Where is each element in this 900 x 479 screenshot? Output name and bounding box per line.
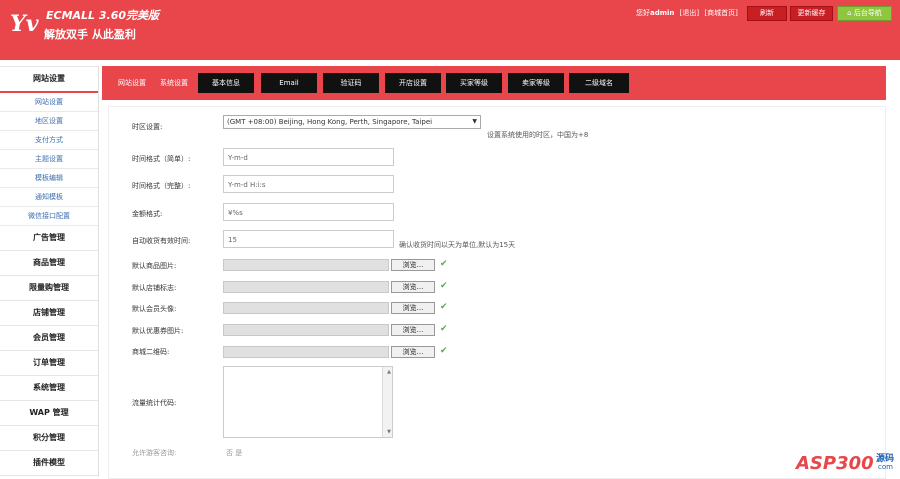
auto-receive-label: 自动收货有效时间: xyxy=(132,237,191,245)
mall-qrcode-label: 商城二维码: xyxy=(132,348,170,356)
breadcrumb-system-settings[interactable]: 系统设置 xyxy=(160,78,188,88)
sidebar-item-wechat[interactable]: 微信接口配置 xyxy=(0,207,98,226)
settings-tabbar: 网站设置 系统设置 基本信息 Email 验证码 开店设置 买家等级 卖家等级 … xyxy=(102,66,886,100)
sidebar-item-theme[interactable]: 主题设置 xyxy=(0,150,98,169)
home-icon: ⌂ xyxy=(847,9,854,17)
default-store-logo-label: 默认店铺标志: xyxy=(132,284,177,292)
sidebar-cat-system[interactable]: 系统管理 xyxy=(0,376,98,401)
top-header: Yv ECMALL 3.60完美版 解放双手 从此盈利 您好admin [退出]… xyxy=(0,0,900,60)
sidebar-cat-plugins[interactable]: 插件模型 xyxy=(0,451,98,476)
tab-basic-info[interactable]: 基本信息 xyxy=(198,73,254,93)
sidebar-active-section[interactable]: 网站设置 xyxy=(0,66,98,93)
check-icon: ✔ xyxy=(440,346,448,356)
watermark-domain: com xyxy=(878,463,893,471)
default-avatar-file[interactable] xyxy=(223,302,389,314)
top-links: 您好admin [退出] [商城首页] xyxy=(636,8,741,18)
default-coupon-image-file[interactable] xyxy=(223,324,389,336)
default-goods-image-file[interactable] xyxy=(223,259,389,271)
brand-title: ECMALL 3.60完美版 xyxy=(46,9,160,22)
mall-home-link[interactable]: [商城首页] xyxy=(704,9,737,17)
sidebar-item-template-edit[interactable]: 模板编辑 xyxy=(0,169,98,188)
sidebar: 网站设置 网站设置 地区设置 支付方式 主题设置 模板编辑 通知模板 微信接口配… xyxy=(0,66,99,477)
browse-button[interactable]: 浏览... xyxy=(391,324,435,336)
date-full-input[interactable]: Y-m-d H:i:s xyxy=(223,175,394,193)
tab-seller-level[interactable]: 卖家等级 xyxy=(508,73,564,93)
update-cache-button[interactable]: 更新缓存 xyxy=(790,6,833,21)
tab-buyer-level[interactable]: 买家等级 xyxy=(446,73,502,93)
tab-email[interactable]: Email xyxy=(261,73,317,93)
tab-subdomain[interactable]: 二级域名 xyxy=(569,73,629,93)
stat-code-textarea[interactable]: ▲ ▼ xyxy=(223,366,393,438)
sidebar-cat-stores[interactable]: 店铺管理 xyxy=(0,301,98,326)
sidebar-item-site-settings[interactable]: 网站设置 xyxy=(0,93,98,112)
timezone-hint: 设置系统使用的时区，中国为+8 xyxy=(487,131,589,139)
price-format-label: 金额格式: xyxy=(132,210,163,218)
sidebar-cat-wap[interactable]: WAP 管理 xyxy=(0,401,98,426)
date-full-label: 时间格式（完整）: xyxy=(132,182,191,190)
sidebar-item-region[interactable]: 地区设置 xyxy=(0,112,98,131)
guest-consult-options[interactable]: 否 是 xyxy=(226,448,242,458)
sidebar-cat-goods[interactable]: 商品管理 xyxy=(0,251,98,276)
mall-qrcode-file[interactable] xyxy=(223,346,389,358)
dropdown-arrow-icon: ▼ xyxy=(472,118,477,125)
date-short-label: 时间格式（简单）: xyxy=(132,155,191,163)
default-store-logo-file[interactable] xyxy=(223,281,389,293)
sidebar-item-payment[interactable]: 支付方式 xyxy=(0,131,98,150)
tab-store-open[interactable]: 开店设置 xyxy=(385,73,441,93)
browse-button[interactable]: 浏览... xyxy=(391,259,435,271)
greeting: 您好admin xyxy=(636,9,675,17)
default-avatar-label: 默认会员头像: xyxy=(132,305,177,313)
check-icon: ✔ xyxy=(440,281,448,291)
brand-logo: Yv xyxy=(10,11,39,37)
tab-captcha[interactable]: 验证码 xyxy=(323,73,379,93)
default-goods-image-label: 默认商品图片: xyxy=(132,262,177,270)
stat-code-label: 流量统计代码: xyxy=(132,399,177,407)
scroll-down-icon[interactable]: ▼ xyxy=(387,429,391,435)
date-short-input[interactable]: Y-m-d xyxy=(223,148,394,166)
watermark-logo: ASP300 源码 com xyxy=(796,447,900,477)
brand-slogan: 解放双手 从此盈利 xyxy=(44,28,136,41)
browse-button[interactable]: 浏览... xyxy=(391,302,435,314)
logout-link[interactable]: [退出] xyxy=(680,9,699,17)
sidebar-cat-ads[interactable]: 广告管理 xyxy=(0,226,98,251)
browse-button[interactable]: 浏览... xyxy=(391,346,435,358)
check-icon: ✔ xyxy=(440,302,448,312)
username: admin xyxy=(650,9,675,17)
sidebar-cat-orders[interactable]: 订单管理 xyxy=(0,351,98,376)
sidebar-cat-members[interactable]: 会员管理 xyxy=(0,326,98,351)
check-icon: ✔ xyxy=(440,259,448,269)
browse-button[interactable]: 浏览... xyxy=(391,281,435,293)
refresh-button[interactable]: 刷新 xyxy=(747,6,787,21)
guest-consult-label: 允许游客咨询: xyxy=(132,449,177,457)
timezone-select[interactable]: (GMT +08:00) Beijing, Hong Kong, Perth, … xyxy=(223,115,481,129)
auto-receive-input[interactable]: 15 xyxy=(223,230,394,248)
check-icon: ✔ xyxy=(440,324,448,334)
scroll-up-icon[interactable]: ▲ xyxy=(387,369,391,375)
sidebar-cat-limited-buy[interactable]: 限量购管理 xyxy=(0,276,98,301)
price-format-input[interactable]: ¥%s xyxy=(223,203,394,221)
timezone-label: 时区设置: xyxy=(132,123,163,131)
textarea-scrollbar[interactable] xyxy=(382,367,392,437)
admin-nav-button[interactable]: ⌂ 后台导航 xyxy=(837,6,892,21)
breadcrumb-site-settings[interactable]: 网站设置 xyxy=(118,78,146,88)
watermark-text: ASP300 xyxy=(796,453,874,474)
auto-receive-hint: 确认收货时间以天为单位,默认为15天 xyxy=(399,241,516,249)
default-coupon-image-label: 默认优惠券图片: xyxy=(132,327,184,335)
sidebar-item-notify-template[interactable]: 通知模板 xyxy=(0,188,98,207)
sidebar-cat-points[interactable]: 积分管理 xyxy=(0,426,98,451)
